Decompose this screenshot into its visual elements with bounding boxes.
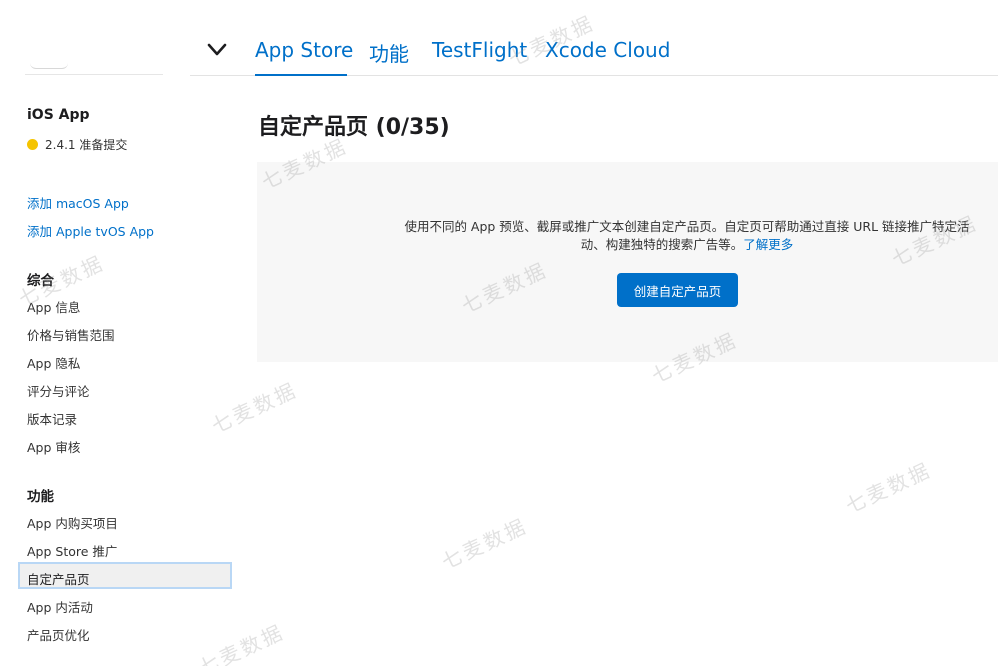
sidebar: iOS App 2.4.1 准备提交 添加 macOS App 添加 Apple…: [0, 0, 240, 666]
empty-state-line-1: 使用不同的 App 预览、截屏或推广文本创建自定产品页。自定页可帮助通过直接 U…: [404, 219, 970, 234]
tab-features[interactable]: 功能: [369, 38, 409, 67]
sidebar-item-custom-product-pages[interactable]: 自定产品页: [27, 569, 90, 588]
sidebar-item-app-info[interactable]: App 信息: [27, 297, 80, 316]
add-tvos-app-link[interactable]: 添加 Apple tvOS App: [27, 221, 154, 240]
learn-more-link[interactable]: 了解更多: [743, 237, 793, 252]
watermark: 七麦数据: [437, 513, 532, 575]
sidebar-divider: [25, 74, 163, 75]
empty-state-line-2-wrap: 动、构建独特的搜索广告等。了解更多: [387, 236, 987, 254]
sidebar-item-in-app-events[interactable]: App 内活动: [27, 597, 93, 616]
sidebar-item-app-store-promotion[interactable]: App Store 推广: [27, 541, 117, 560]
status-dot-icon: [27, 139, 38, 150]
version-status-label: 2.4.1 准备提交: [45, 138, 128, 152]
sidebar-item-privacy[interactable]: App 隐私: [27, 353, 80, 372]
section-heading-features: 功能: [27, 489, 54, 505]
app-icon-stub: [30, 58, 68, 69]
page-title: 自定产品页 (0/35): [258, 115, 450, 140]
version-status[interactable]: 2.4.1 准备提交: [27, 136, 127, 153]
active-tab-indicator: [255, 74, 347, 76]
tab-xcode-cloud[interactable]: Xcode Cloud: [545, 38, 670, 62]
sidebar-item-in-app-purchases[interactable]: App 内购买项目: [27, 513, 118, 532]
sidebar-item-version-history[interactable]: 版本记录: [27, 409, 77, 428]
chevron-down-icon[interactable]: [207, 40, 227, 60]
create-custom-product-page-button[interactable]: 创建自定产品页: [617, 273, 738, 307]
app-store-connect-page: iOS App 2.4.1 准备提交 添加 macOS App 添加 Apple…: [0, 0, 998, 666]
watermark: 七麦数据: [841, 457, 936, 519]
sidebar-item-ratings[interactable]: 评分与评论: [27, 381, 90, 400]
sidebar-item-app-review[interactable]: App 审核: [27, 437, 80, 456]
empty-state-line-2: 动、构建独特的搜索广告等。: [580, 237, 744, 252]
sidebar-item-pricing[interactable]: 价格与销售范围: [27, 325, 115, 344]
tab-testflight[interactable]: TestFlight: [432, 38, 527, 62]
empty-state-panel: 使用不同的 App 预览、截屏或推广文本创建自定产品页。自定页可帮助通过直接 U…: [257, 162, 998, 362]
add-macos-app-link[interactable]: 添加 macOS App: [27, 193, 129, 212]
section-heading-general: 综合: [27, 273, 54, 289]
sidebar-item-product-page-optimization[interactable]: 产品页优化: [27, 625, 90, 644]
tab-app-store[interactable]: App Store: [255, 38, 353, 62]
empty-state-description: 使用不同的 App 预览、截屏或推广文本创建自定产品页。自定页可帮助通过直接 U…: [387, 218, 987, 254]
app-platform-label: iOS App: [27, 107, 90, 123]
